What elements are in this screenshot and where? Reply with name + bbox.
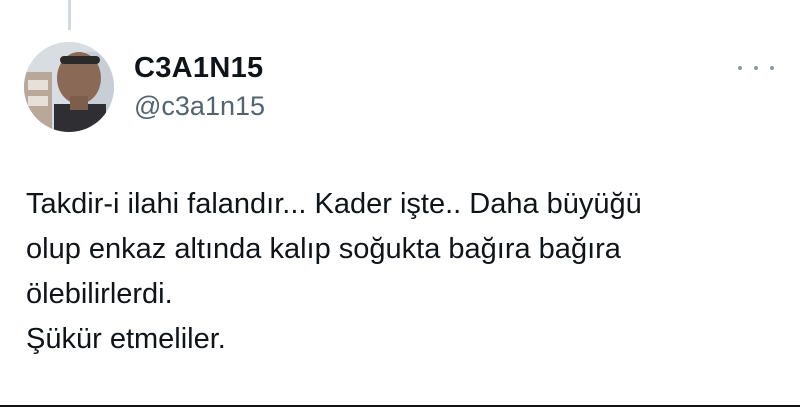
tweet-text: Takdir-i ilahi falandır... Kader işte.. … — [26, 182, 786, 362]
more-horizontal-icon — [738, 66, 742, 70]
tweet-text-line: olup enkaz altında kalıp soğukta bağıra … — [26, 233, 621, 265]
tweet-text-line: Şükür etmeliler. — [26, 323, 226, 355]
more-dot — [770, 66, 774, 70]
more-options-button[interactable] — [738, 58, 774, 78]
author-handle[interactable]: @c3a1n15 — [134, 91, 265, 121]
thread-connector-line — [68, 0, 71, 30]
avatar[interactable] — [24, 42, 114, 132]
tweet-text-line: Takdir-i ilahi falandır... Kader işte.. … — [26, 188, 642, 220]
tweet-text-line: ölebilirlerdi. — [26, 278, 173, 310]
author-display-name[interactable]: C3A1N15 — [134, 52, 263, 84]
profile-photo-icon — [24, 42, 114, 132]
more-dot — [754, 66, 758, 70]
